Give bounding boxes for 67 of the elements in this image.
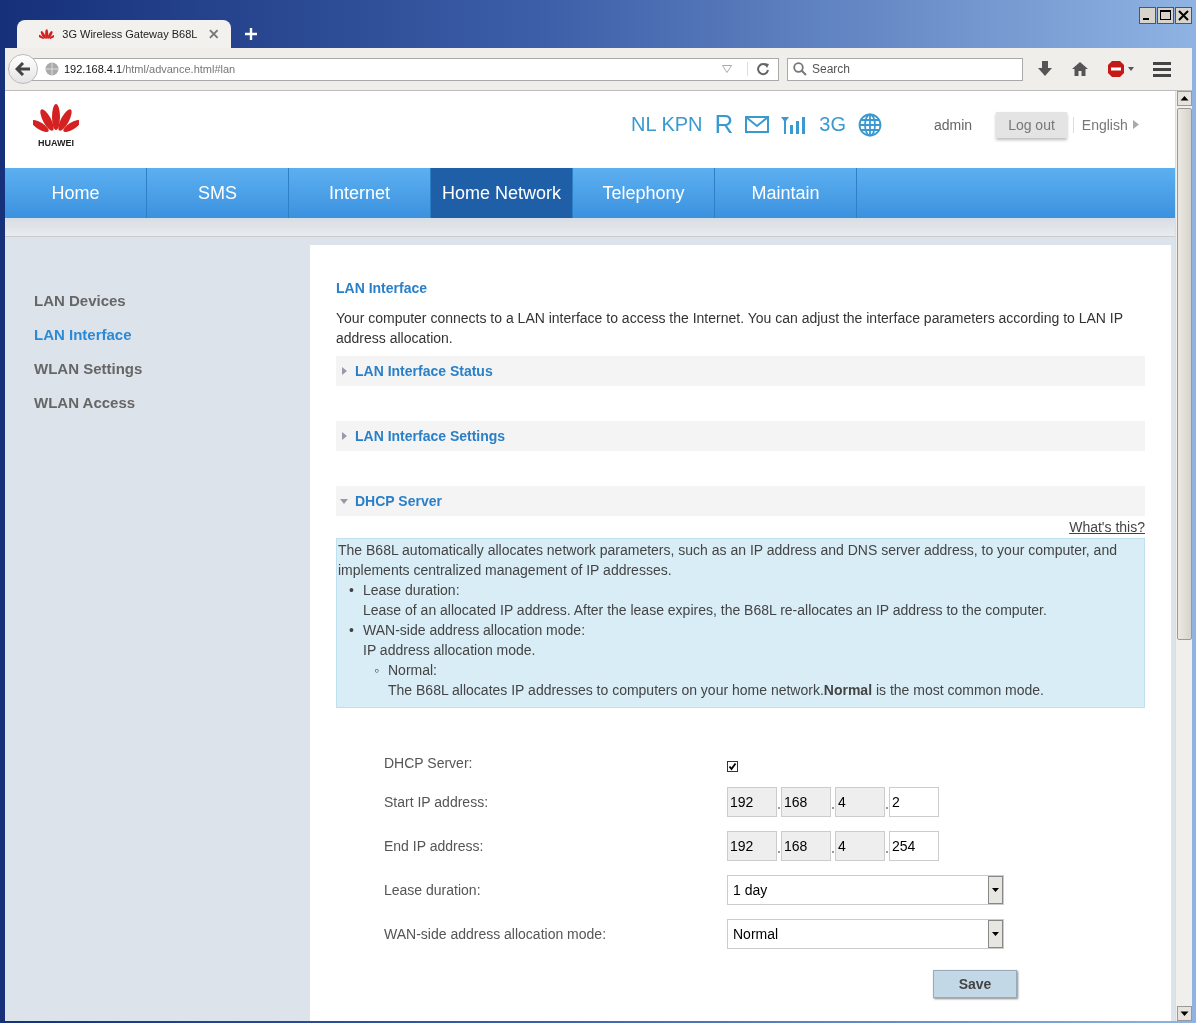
- section-header[interactable]: DHCP Server: [336, 486, 1145, 516]
- back-button[interactable]: [8, 54, 38, 84]
- help-text: The B68L automatically allocates network parameters, such as an IP address and DNS server address, to your computer, and implements centralized management of IP addresses.: [338, 541, 1118, 580]
- stop-sign-icon[interactable]: [1107, 60, 1135, 78]
- envelope-icon: [745, 116, 770, 133]
- tab-title: 3G Wireless Gateway B68L: [62, 28, 198, 40]
- help-term: Normal:: [388, 661, 437, 680]
- minimize-icon[interactable]: [1139, 7, 1156, 24]
- globe-icon: [45, 62, 59, 76]
- bullet: ◦: [374, 661, 380, 680]
- globe-icon: [858, 112, 882, 137]
- url-text: 192.168.4.1/html/advance.html#lan: [64, 63, 237, 75]
- dropdown[interactable]: Normal: [727, 919, 1004, 949]
- network-type: 3G: [819, 113, 846, 136]
- home-icon[interactable]: [1071, 61, 1089, 77]
- field-label: DHCP Server:: [384, 755, 474, 771]
- scroll-up-icon[interactable]: [1176, 91, 1192, 106]
- help-text: Lease of an allocated IP address. After the lease expires, the B68L re-allocates an IP address to the computer.: [362, 601, 1048, 620]
- help-text: The B68L allocates IP addresses to computers on your home network.Normal is the most common mode.: [387, 681, 1045, 700]
- bullet: •: [349, 621, 355, 640]
- close-icon[interactable]: [1175, 7, 1192, 24]
- section-header[interactable]: LAN Interface Status: [336, 356, 1145, 386]
- menu-tab[interactable]: Home Network: [431, 168, 573, 218]
- dropdown[interactable]: 1 day: [727, 875, 1004, 905]
- plus-icon[interactable]: [245, 28, 257, 40]
- ip-octet-field[interactable]: 2: [889, 787, 939, 817]
- ip-octet-field[interactable]: 254: [889, 831, 939, 861]
- address-field[interactable]: 192.168.4.1/html/advance.html#lan: [32, 57, 779, 81]
- search-icon: [793, 61, 807, 76]
- logout-button[interactable]: Log out: [996, 111, 1067, 138]
- bullet: •: [349, 581, 355, 600]
- field-label: WAN-side address allocation mode:: [384, 926, 608, 942]
- checkbox[interactable]: [727, 760, 738, 772]
- help-term: Lease duration:: [363, 581, 460, 600]
- caret-icon: [340, 432, 348, 440]
- signal-bars-icon: [781, 115, 808, 134]
- save-button[interactable]: Save: [933, 970, 1017, 998]
- menu-icon[interactable]: [1153, 61, 1171, 77]
- roaming-indicator: R: [714, 109, 734, 140]
- download-icon[interactable]: [1037, 61, 1053, 77]
- intro-text: Your computer connects to a LAN interface to access the Internet. You can adjust the interface parameters according to LAN IP address allocation.: [336, 309, 1124, 348]
- maximize-icon[interactable]: [1157, 7, 1174, 24]
- operator-name: NL KPN: [631, 113, 703, 136]
- username: admin: [934, 116, 973, 133]
- caret-icon: [340, 367, 348, 375]
- field-label: Start IP address:: [384, 794, 489, 810]
- scroll-thumb[interactable]: [1176, 108, 1192, 640]
- logo-text: HUAWEI: [38, 137, 74, 148]
- sidebar-item[interactable]: WLAN Settings: [34, 360, 310, 377]
- back-arrow-icon: [15, 62, 31, 76]
- caret-icon: [1132, 120, 1139, 129]
- help-text: IP address allocation mode.: [362, 641, 537, 660]
- sidebar-item[interactable]: WLAN Access: [34, 394, 310, 411]
- help-link[interactable]: What's this?: [1069, 519, 1145, 535]
- sidebar-item[interactable]: LAN Devices: [34, 292, 310, 309]
- field-label: End IP address:: [384, 838, 485, 854]
- field-label: Lease duration:: [384, 882, 482, 898]
- flower-logo-icon: [39, 28, 55, 40]
- browser-tab[interactable]: 3G Wireless Gateway B68L: [17, 20, 231, 48]
- scroll-down-icon[interactable]: [1176, 1006, 1192, 1021]
- caret-icon: [340, 497, 348, 505]
- language-link[interactable]: English: [1072, 116, 1139, 133]
- help-term: WAN-side address allocation mode:: [363, 621, 586, 640]
- scrollbar[interactable]: [1175, 91, 1192, 1021]
- section-title: LAN Interface: [336, 280, 429, 296]
- section-header[interactable]: LAN Interface Settings: [336, 421, 1145, 451]
- search-field[interactable]: Search: [787, 57, 1023, 81]
